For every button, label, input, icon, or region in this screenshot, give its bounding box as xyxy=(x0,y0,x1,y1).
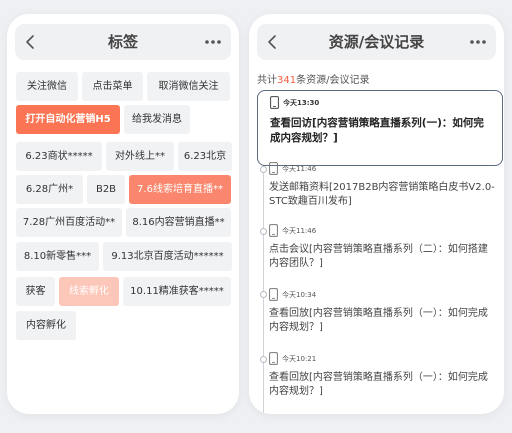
phone-icon xyxy=(269,352,278,365)
tag[interactable]: B2B xyxy=(87,175,125,204)
tag[interactable]: 关注微信 xyxy=(16,72,78,101)
record-text: 发送邮箱资料[2017B2B内容营销策略白皮书V2.0-STC致趣百川发布] xyxy=(269,182,495,207)
tag[interactable]: 6.23北京 xyxy=(178,142,232,171)
tag[interactable]: 8.10新零售*** xyxy=(16,242,99,271)
tag[interactable]: 9.13北京百度活动****** xyxy=(103,242,232,271)
record-time: 今天11:46 xyxy=(282,165,317,173)
phone-icon xyxy=(269,162,278,175)
tag[interactable]: 点击菜单 xyxy=(82,72,143,101)
timeline-dot xyxy=(260,356,267,363)
page-title: 标签 xyxy=(107,33,138,51)
records-card: 资源/会议记录 共计341条资源/会议记录 今天13:30 查看回访[内容营销策… xyxy=(249,14,504,414)
tag[interactable]: 对外线上** xyxy=(106,142,174,171)
tag[interactable]: 取消微信关注 xyxy=(147,72,230,101)
records-header: 资源/会议记录 xyxy=(257,24,496,60)
timeline-dot xyxy=(260,228,267,235)
total-prefix: 共计 xyxy=(257,75,277,86)
tag[interactable]: 打开自动化营销H5 xyxy=(16,105,120,134)
timeline-line xyxy=(263,132,264,414)
record-item[interactable]: 今天10:21 查看回放[内容营销策略直播系列（一）：如何完成内容规划？] xyxy=(269,352,497,399)
tag[interactable]: 给我发消息 xyxy=(124,105,190,134)
timeline-dot xyxy=(260,166,267,173)
tag[interactable]: 6.28广州* xyxy=(16,175,83,204)
record-time: 今天10:34 xyxy=(282,291,317,299)
total-suffix: 条资源/会议记录 xyxy=(296,75,370,86)
record-text: 查看回放[内容营销策略直播系列（一）：如何完成内容规划？] xyxy=(269,372,488,397)
phone-icon xyxy=(270,96,279,109)
page-title: 资源/会议记录 xyxy=(328,33,425,51)
tag[interactable]: 获客 xyxy=(16,277,55,306)
record-text: 点击会议[内容营销策略直播系列（二）：如何搭建内容团队？] xyxy=(269,244,488,269)
tag[interactable]: 10.11精准获客***** xyxy=(123,277,231,306)
record-item[interactable]: 今天11:46 发送邮箱资料[2017B2B内容营销策略白皮书V2.0-STC致… xyxy=(269,162,497,209)
phone-icon xyxy=(269,224,278,237)
tag[interactable]: 7.6线索培育直播** xyxy=(129,175,231,204)
tag[interactable]: 内容孵化 xyxy=(16,311,76,340)
tags-card: 标签 关注微信 点击菜单 取消微信关注 打开自动化营销H5 给我发消息 6.23… xyxy=(7,14,239,414)
tag[interactable]: 线索孵化 xyxy=(59,277,119,306)
tag[interactable]: 8.16内容营销直播** xyxy=(126,208,231,237)
total-count: 341 xyxy=(277,75,297,86)
record-text: 查看回放[内容营销策略直播系列（一）：如何完成内容规划？] xyxy=(269,308,488,333)
timeline-dot xyxy=(260,291,267,298)
tag[interactable]: 7.28广州百度活动** xyxy=(16,208,122,237)
record-item[interactable]: 今天10:34 查看回放[内容营销策略直播系列（一）：如何完成内容规划？] xyxy=(269,288,497,335)
record-text: 查看回访[内容营销策略直播系列(一)：如何完成内容规划？] xyxy=(270,117,484,144)
highlighted-record[interactable]: 今天13:30 查看回访[内容营销策略直播系列(一)：如何完成内容规划？] xyxy=(257,90,503,166)
more-dots-icon[interactable] xyxy=(203,32,223,52)
record-item[interactable]: 今天11:46 点击会议[内容营销策略直播系列（二）：如何搭建内容团队？] xyxy=(269,224,497,271)
phone-icon xyxy=(269,288,278,301)
tag[interactable]: 6.23商状***** xyxy=(16,142,102,171)
record-time: 今天13:30 xyxy=(283,99,320,107)
tags-header: 标签 xyxy=(15,24,231,60)
more-dots-icon[interactable] xyxy=(468,32,488,52)
record-time: 今天11:46 xyxy=(282,227,317,235)
record-time: 今天10:21 xyxy=(282,355,317,363)
records-total: 共计341条资源/会议记录 xyxy=(257,71,369,86)
